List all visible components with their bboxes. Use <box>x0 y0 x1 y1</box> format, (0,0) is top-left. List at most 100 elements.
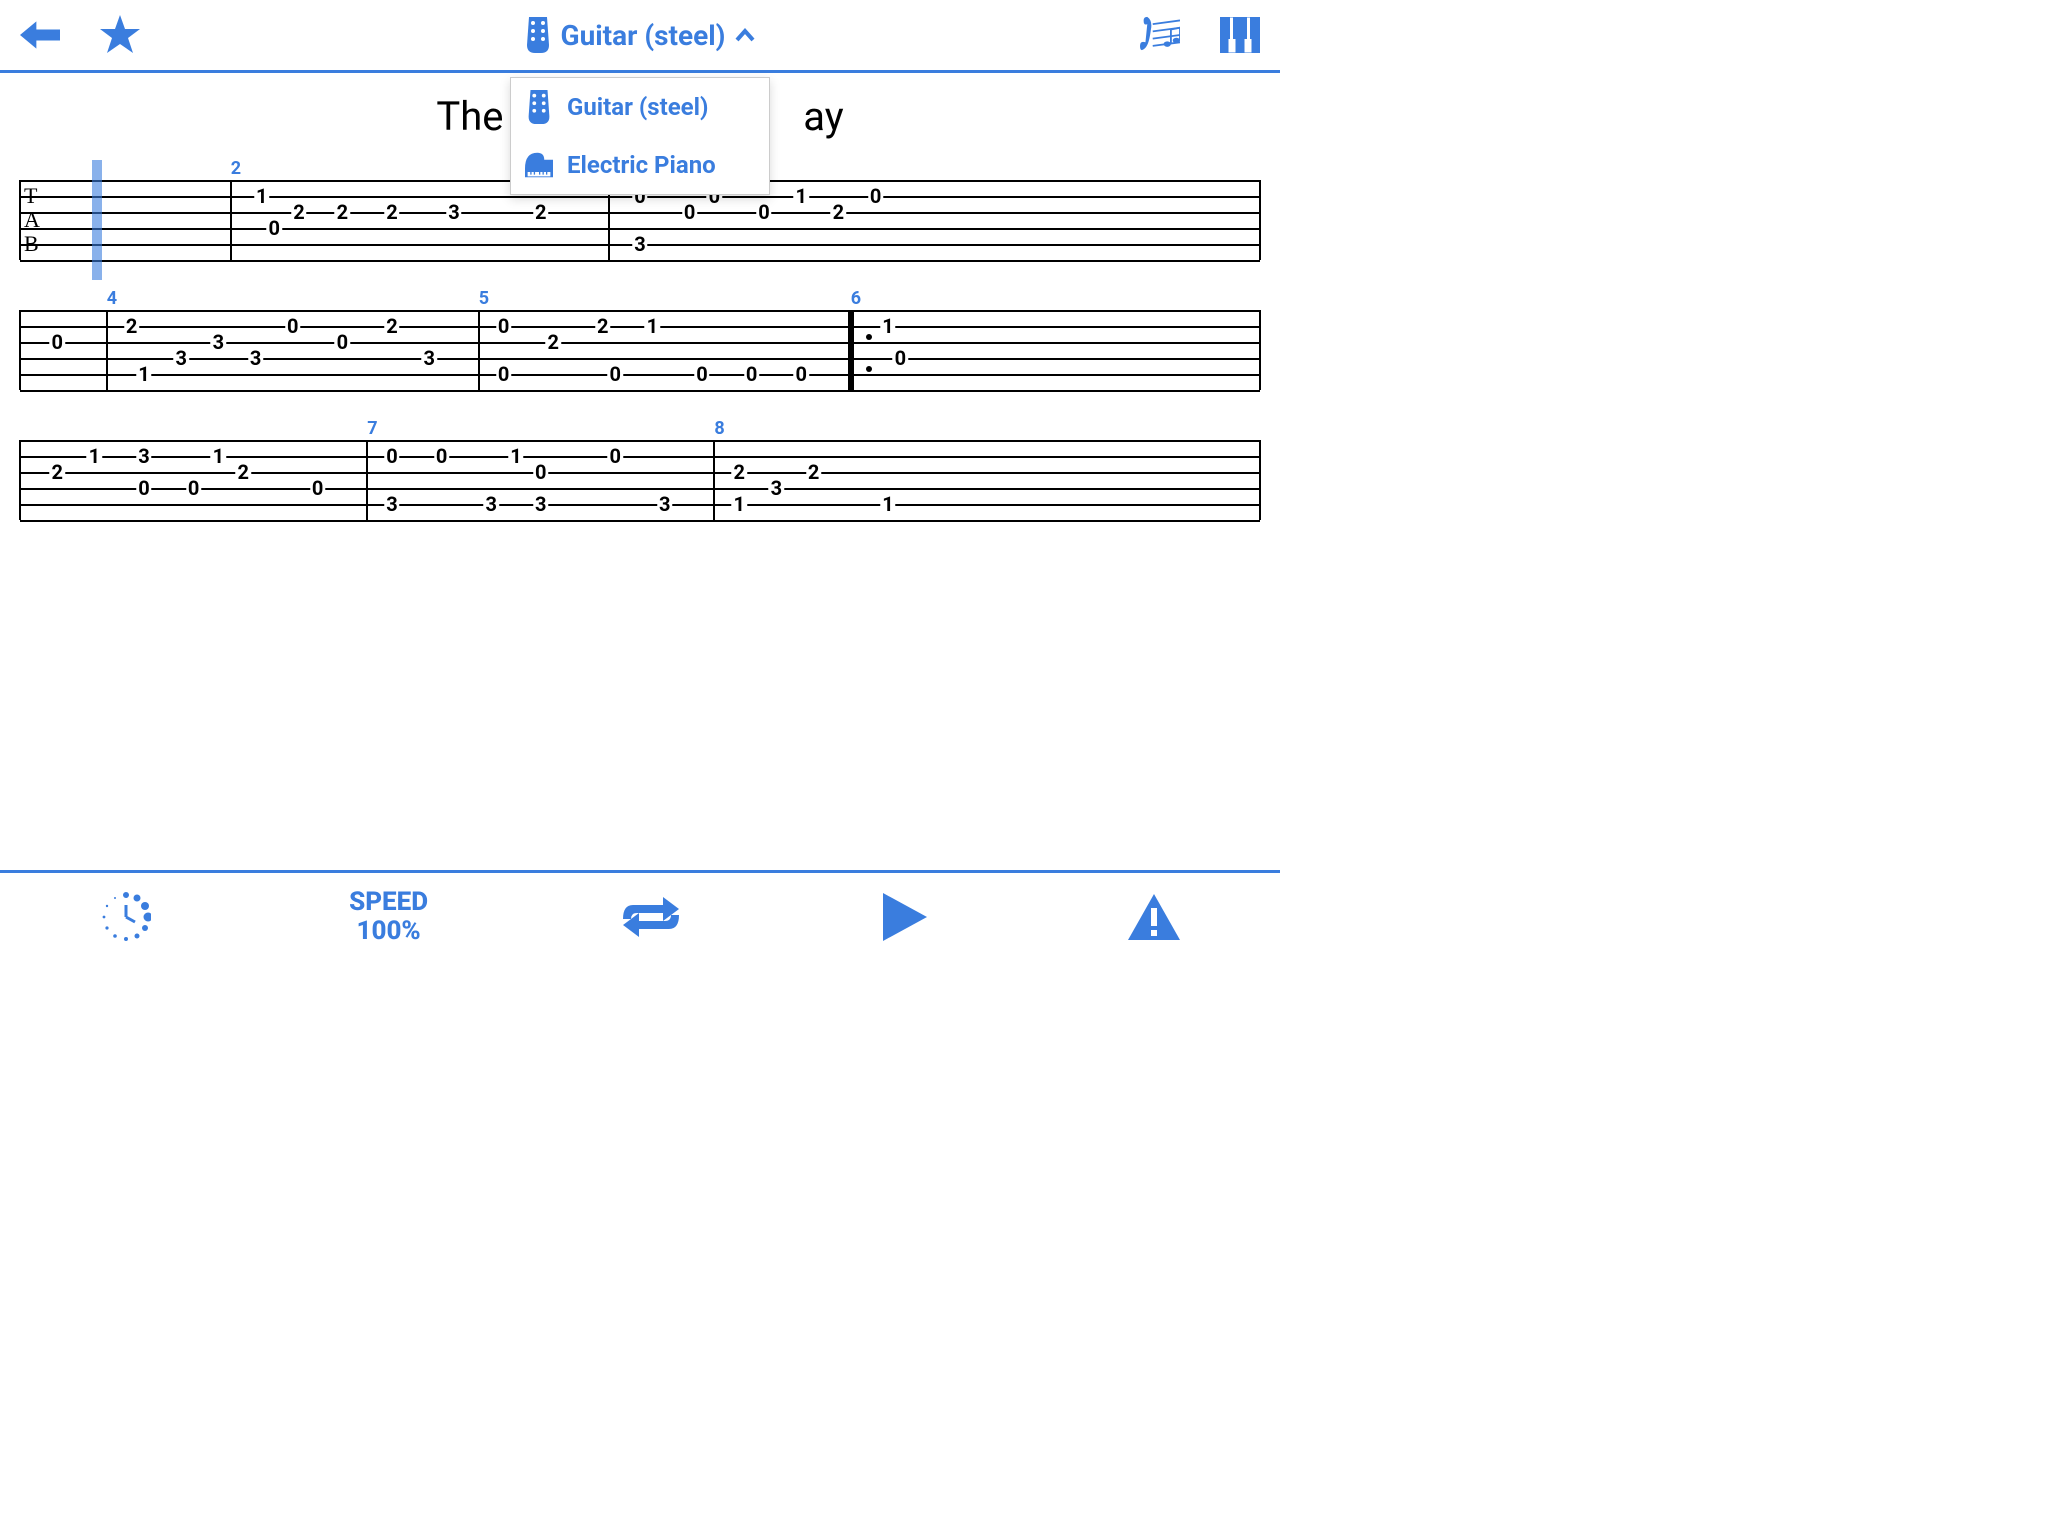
dropdown-option-guitar[interactable]: Guitar (steel) <box>511 78 769 136</box>
playback-bar: SPEED 100% <box>0 870 1280 960</box>
measure-number: 8 <box>714 418 724 439</box>
fret-number: 1 <box>87 444 102 468</box>
fret-number: 0 <box>434 444 449 468</box>
fret-number: 0 <box>49 330 64 354</box>
repeat-dot <box>866 366 872 372</box>
fret-number: 2 <box>806 460 821 484</box>
top-left-group <box>20 15 140 55</box>
measure-number: 6 <box>851 288 861 309</box>
repeat-dot <box>866 334 872 340</box>
barline <box>1259 180 1261 260</box>
dropdown-option-label: Guitar (steel) <box>567 93 708 121</box>
fret-number: 0 <box>607 444 622 468</box>
fret-number: 0 <box>868 184 883 208</box>
fret-number: 0 <box>756 200 771 224</box>
fret-number: 0 <box>496 314 511 338</box>
fret-number: 3 <box>483 492 498 516</box>
speed-button[interactable]: SPEED 100% <box>349 888 428 945</box>
fret-number: 3 <box>211 330 226 354</box>
piano-keys-icon[interactable] <box>1220 15 1260 55</box>
fret-number: 1 <box>508 444 523 468</box>
fret-number: 3 <box>384 492 399 516</box>
fret-number: 1 <box>793 184 808 208</box>
fret-number: 1 <box>880 492 895 516</box>
alert-icon[interactable] <box>1126 889 1182 945</box>
fret-number: 2 <box>384 314 399 338</box>
favorite-star-icon[interactable] <box>100 15 140 55</box>
fret-number: 3 <box>657 492 672 516</box>
dropdown-option-label: Electric Piano <box>567 151 716 179</box>
speed-value: 100% <box>349 917 428 946</box>
fret-number: 1 <box>645 314 660 338</box>
fret-number: 0 <box>793 362 808 386</box>
fret-number: 0 <box>310 476 325 500</box>
fret-number: 2 <box>291 200 306 224</box>
fret-number: 2 <box>533 200 548 224</box>
barline <box>478 310 480 390</box>
playback-cursor[interactable] <box>92 160 102 280</box>
fret-number: 0 <box>136 476 151 500</box>
fret-number: 2 <box>731 460 746 484</box>
fret-number: 2 <box>49 460 64 484</box>
barline <box>19 440 21 520</box>
tab-clef-label: TAB <box>24 184 40 256</box>
fret-number: 1 <box>136 362 151 386</box>
fret-number: 0 <box>335 330 350 354</box>
fret-number: 3 <box>769 476 784 500</box>
fret-number: 3 <box>533 492 548 516</box>
fret-number: 3 <box>446 200 461 224</box>
fret-number: 2 <box>831 200 846 224</box>
barline <box>19 180 21 260</box>
fret-number: 2 <box>335 200 350 224</box>
barline <box>230 180 232 260</box>
fret-number: 0 <box>694 362 709 386</box>
fret-number: 2 <box>124 314 139 338</box>
repeat-barline <box>848 310 854 390</box>
fret-number: 0 <box>893 346 908 370</box>
barline <box>106 310 108 390</box>
tab-staff: 456021333002300220100010 <box>20 310 1260 390</box>
barline <box>1259 440 1261 520</box>
chevron-up-icon <box>735 28 755 42</box>
fret-number: 0 <box>496 362 511 386</box>
fret-number: 3 <box>248 346 263 370</box>
piano-icon <box>525 148 553 182</box>
music-score-icon[interactable] <box>1140 15 1180 55</box>
fret-number: 0 <box>266 216 281 240</box>
barline <box>19 310 21 390</box>
fret-number: 0 <box>285 314 300 338</box>
fret-number: 0 <box>744 362 759 386</box>
measure-number: 4 <box>107 288 117 309</box>
loop-icon[interactable] <box>623 889 679 945</box>
fret-number: 1 <box>731 492 746 516</box>
fret-number: 1 <box>211 444 226 468</box>
fret-number: 3 <box>173 346 188 370</box>
instrument-selector[interactable]: Guitar (steel) Guitar (steel) <box>140 17 1140 53</box>
barline <box>366 440 368 520</box>
barline <box>713 440 715 520</box>
fret-number: 0 <box>384 444 399 468</box>
play-icon[interactable] <box>875 889 931 945</box>
fret-number: 3 <box>421 346 436 370</box>
barline <box>1259 310 1261 390</box>
speed-label: SPEED <box>349 888 428 917</box>
guitar-head-icon <box>525 90 553 124</box>
back-arrow-icon[interactable] <box>20 15 60 55</box>
instrument-label: Guitar (steel) <box>561 19 726 52</box>
fret-number: 0 <box>607 362 622 386</box>
instrument-dropdown: Guitar (steel) Electric Piano <box>510 77 770 195</box>
tab-staff: 782130012003031030321321 <box>20 440 1260 520</box>
fret-number: 1 <box>254 184 269 208</box>
fret-number: 2 <box>384 200 399 224</box>
dropdown-option-piano[interactable]: Electric Piano <box>511 136 769 194</box>
fret-number: 3 <box>632 232 647 256</box>
fret-number: 2 <box>235 460 250 484</box>
measure-number: 7 <box>367 418 377 439</box>
measure-number: 2 <box>231 158 241 179</box>
countdown-timer-icon[interactable] <box>98 889 154 945</box>
fret-number: 2 <box>595 314 610 338</box>
fret-number: 0 <box>186 476 201 500</box>
guitar-head-icon <box>525 17 551 53</box>
fret-number: 0 <box>682 200 697 224</box>
measure-number: 5 <box>479 288 489 309</box>
